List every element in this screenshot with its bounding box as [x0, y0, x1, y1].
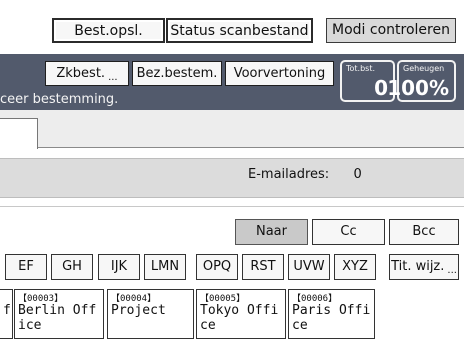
modi-controleren-button[interactable]: Modi controleren: [326, 18, 456, 43]
address-entry[interactable]: 【00005】 Tokyo Office: [196, 289, 286, 339]
index-tab-gh[interactable]: GH: [51, 254, 93, 280]
index-tab-label: RST: [250, 259, 276, 274]
naar-button[interactable]: Naar: [235, 219, 308, 245]
naar-label: Naar: [255, 224, 287, 239]
address-entry[interactable]: 【00004】 Project: [107, 289, 194, 339]
address-entry[interactable]: f: [0, 289, 13, 339]
index-tab-label: OPQ: [202, 259, 232, 274]
memory-value: 100%: [387, 76, 449, 100]
divider: [0, 206, 464, 207]
entry-name: Project: [111, 303, 166, 318]
index-tab-xyz[interactable]: XYZ: [334, 254, 376, 280]
tab-strip: [0, 110, 464, 148]
bcc-button[interactable]: Bcc: [389, 219, 459, 245]
zkbest-label: Zkbest.: [56, 66, 106, 81]
entry-name: Tokyo Office: [200, 303, 279, 333]
index-tab-label: GH: [62, 259, 82, 274]
bcc-label: Bcc: [412, 224, 436, 239]
memory-counter: Geheugen 100%: [387, 60, 456, 102]
index-tab-label: UVW: [293, 259, 325, 274]
zkbest-button[interactable]: Zkbest....: [45, 61, 129, 86]
entry-name: Berlin Office: [18, 303, 97, 333]
info-bar: [0, 158, 464, 198]
index-tab-opq[interactable]: OPQ: [196, 254, 238, 280]
total-destinations-label: Tot.bst.: [346, 64, 376, 73]
bez-bestem-label: Bez.bestem.: [136, 66, 218, 81]
total-destinations-value: 0: [374, 76, 388, 100]
title-switch-label: Tit. wijz.: [391, 259, 445, 274]
email-address-count: 0: [353, 167, 362, 182]
index-tab-ijk[interactable]: IJK: [98, 254, 140, 280]
best-opsl-label: Best.opsl.: [74, 23, 143, 39]
email-address-readout: E-mailadres: 0: [248, 167, 362, 182]
entry-name: Paris Office: [292, 303, 371, 333]
index-tab-ef[interactable]: EF: [5, 254, 47, 280]
index-tab-label: IJK: [110, 259, 128, 274]
instruction-text: ceer bestemming.: [0, 92, 119, 107]
active-tab[interactable]: [0, 118, 38, 149]
modi-controleren-label: Modi controleren: [332, 22, 450, 38]
voorvertoning-label: Voorvertoning: [233, 66, 326, 81]
index-tab-lmn[interactable]: LMN: [144, 254, 186, 280]
entry-name: f: [3, 303, 11, 318]
best-opsl-button[interactable]: Best.opsl.: [52, 18, 165, 43]
index-tab-label: EF: [18, 259, 34, 274]
index-tab-rst[interactable]: RST: [242, 254, 284, 280]
cc-button[interactable]: Cc: [312, 219, 385, 245]
status-scan-label: Status scanbestand: [170, 23, 309, 39]
email-address-label: E-mailadres:: [248, 167, 330, 182]
address-entry[interactable]: 【00006】 Paris Office: [288, 289, 375, 339]
status-scan-button[interactable]: Status scanbestand: [166, 18, 313, 43]
zkbest-more-indicator: ...: [108, 72, 118, 83]
address-entry[interactable]: 【00003】 Berlin Office: [14, 289, 104, 339]
cc-label: Cc: [340, 224, 357, 239]
voorvertoning-button[interactable]: Voorvertoning: [225, 61, 334, 86]
index-tab-uvw[interactable]: UVW: [288, 254, 330, 280]
index-tab-label: XYZ: [342, 259, 368, 274]
title-switch-button[interactable]: Tit. wijz....: [389, 254, 459, 280]
memory-label: Geheugen: [403, 64, 445, 73]
bez-bestem-button[interactable]: Bez.bestem.: [132, 61, 222, 86]
title-switch-more-indicator: ...: [447, 265, 457, 276]
index-tab-label: LMN: [150, 259, 180, 274]
